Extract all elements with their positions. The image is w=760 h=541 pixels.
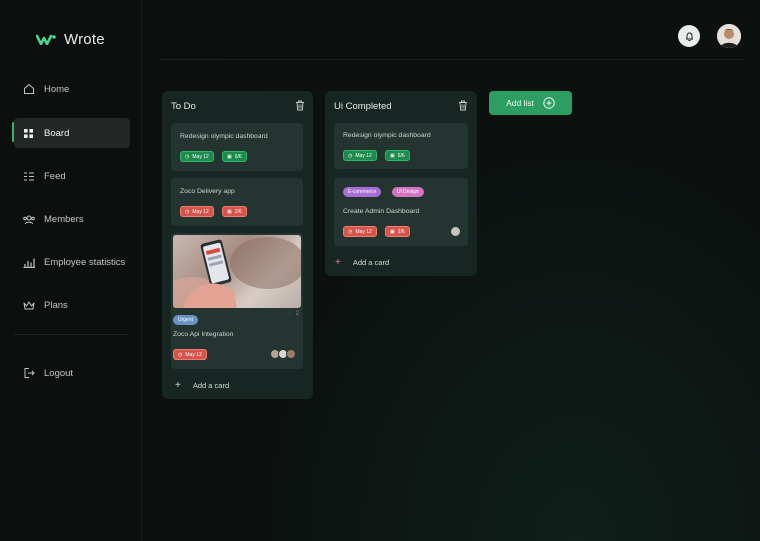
member-avatar: [450, 226, 461, 237]
plus-icon: +: [335, 257, 341, 268]
home-icon: [22, 83, 35, 96]
member-avatar: [286, 349, 296, 359]
add-card-button[interactable]: + Add a card: [175, 380, 229, 391]
clock-icon: ◷: [185, 208, 190, 215]
list-title: To Do: [171, 101, 196, 112]
comments-indicator: ◌ 2: [289, 311, 299, 317]
bell-icon: [685, 32, 693, 41]
card-title: Zoco Delivery app: [180, 188, 235, 195]
checklist-badge: ▣ 6/6: [222, 151, 247, 162]
card-title: Redesign olympic dashboard: [180, 133, 268, 140]
crown-icon: [22, 299, 35, 312]
due-date-badge: ◷ May 12: [343, 226, 377, 237]
notifications-button[interactable]: [678, 25, 700, 47]
sidebar-item-label: Board: [44, 127, 70, 139]
clock-icon: ◷: [348, 228, 353, 235]
sidebar-item-employee-statistics[interactable]: Employee statistics: [14, 247, 130, 277]
card-cover-image: [173, 235, 301, 308]
comment-icon: ◌: [289, 311, 293, 317]
members-icon: [22, 213, 35, 226]
add-card-button[interactable]: + Add a card: [335, 257, 389, 268]
checklist-icon: ▣: [390, 152, 395, 159]
header-divider: [159, 59, 744, 60]
sidebar-item-label: Members: [44, 213, 84, 225]
due-date-badge: ◷ May 12: [343, 150, 377, 161]
card[interactable]: Zoco Delivery app ◷ May 12 ▣ 2/6: [171, 178, 303, 226]
checklist-badge: ▣ 6/6: [385, 150, 410, 161]
list-to-do: To Do Redesign olympic dashboard ◷ May 12…: [162, 91, 313, 399]
list-ui-completed: Ui Completed Redesign olympic dashboard …: [325, 91, 477, 276]
clock-icon: ◷: [178, 351, 183, 358]
checklist-badge: ▣ 2/6: [222, 206, 247, 217]
brand[interactable]: Wrote: [36, 31, 105, 48]
list-title: Ui Completed: [334, 101, 392, 112]
logo-icon: [36, 34, 56, 45]
due-date-badge: ◷ May 12: [180, 151, 214, 162]
checklist-badge: ▣ 2/6: [385, 226, 410, 237]
tag-ui-design: Ui Design: [392, 187, 424, 197]
brand-name: Wrote: [64, 31, 105, 48]
due-date-badge: ◷ May 12: [173, 349, 207, 360]
logout-button[interactable]: Logout: [14, 358, 130, 388]
logout-label: Logout: [44, 367, 74, 379]
tag-ecommerce: E-commerce: [343, 187, 382, 197]
sidebar-item-home[interactable]: Home: [14, 74, 130, 104]
trash-icon[interactable]: [295, 100, 305, 111]
user-avatar[interactable]: [717, 24, 741, 48]
sidebar-item-label: Employee statistics: [44, 256, 126, 268]
sidebar-item-label: Plans: [44, 299, 68, 311]
grid-icon: [22, 127, 35, 140]
sidebar-divider: [14, 334, 128, 335]
sidebar-item-plans[interactable]: Plans: [14, 290, 130, 320]
sidebar-item-board[interactable]: Board: [14, 118, 130, 148]
feed-icon: [22, 170, 35, 183]
card-title: Zoco Api Integration: [173, 331, 234, 338]
chart-icon: [22, 256, 35, 269]
sidebar: Wrote Home Board Feed Members Employee s…: [0, 0, 142, 541]
trash-icon[interactable]: [458, 100, 468, 111]
plus-icon: +: [175, 380, 181, 391]
add-list-button[interactable]: Add list: [489, 91, 572, 115]
card[interactable]: Redesign olympic dashboard ◷ May 12 ▣ 6/6: [334, 123, 468, 169]
add-list-label: Add list: [506, 98, 534, 108]
sidebar-item-members[interactable]: Members: [14, 204, 130, 234]
plus-circle-icon: [543, 97, 555, 109]
sidebar-item-label: Home: [44, 83, 70, 95]
sidebar-item-label: Feed: [44, 170, 66, 182]
card-title: Redesign olympic dashboard: [343, 132, 431, 139]
clock-icon: ◷: [185, 153, 190, 160]
checklist-icon: ▣: [227, 208, 232, 215]
card[interactable]: Redesign olympic dashboard ◷ May 12 ▣ 6/6: [171, 123, 303, 171]
sidebar-item-feed[interactable]: Feed: [14, 161, 130, 191]
card[interactable]: E-commerce Ui Design Create Admin Dashbo…: [334, 178, 468, 246]
logout-icon: [22, 367, 35, 380]
clock-icon: ◷: [348, 152, 353, 159]
checklist-icon: ▣: [390, 228, 395, 235]
board-area: To Do Redesign olympic dashboard ◷ May 12…: [143, 0, 760, 541]
checklist-icon: ▣: [227, 153, 232, 160]
tag-urgent: Urgent: [173, 315, 199, 325]
due-date-badge: ◷ May 12: [180, 206, 214, 217]
card-title: Create Admin Dashboard: [343, 208, 420, 215]
card[interactable]: Urgent ◌ 2 Zoco Api Integration ◷ May 12: [171, 233, 303, 369]
